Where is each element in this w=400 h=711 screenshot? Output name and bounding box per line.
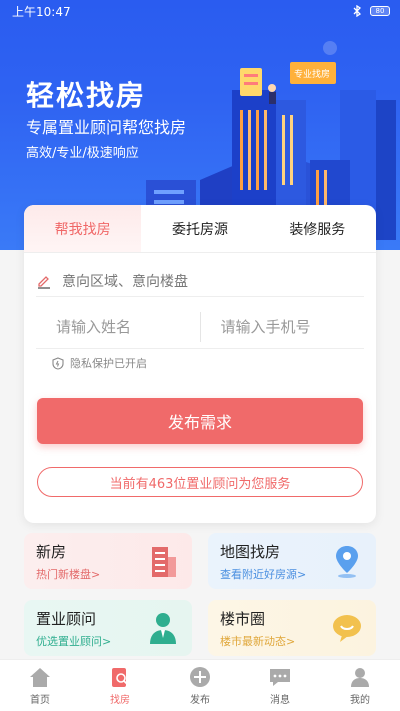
message-icon — [270, 668, 290, 686]
tile-market-circle[interactable]: 楼市圈 楼市最新动态> — [208, 600, 376, 656]
home-icon — [30, 667, 50, 687]
publish-plus-icon — [190, 666, 210, 687]
tabbar-profile[interactable]: 我的 — [320, 660, 400, 711]
tab-entrust-listing[interactable]: 委托房源 — [141, 205, 258, 252]
find-house-icon — [112, 667, 128, 687]
tabbar-messages-label: 消息 — [270, 694, 290, 706]
bottom-tab-bar: 首页 找房 发布 消息 我的 — [0, 659, 400, 711]
profile-icon — [351, 667, 369, 687]
privacy-text: 隐私保护已开启 — [70, 357, 147, 370]
phone-input[interactable]: 请输入手机号 — [201, 316, 365, 337]
hero-tagline: 高效/专业/极速响应 — [26, 146, 139, 161]
tabbar-find-house[interactable]: 找房 — [80, 660, 160, 711]
advisor-count-button[interactable]: 当前有463位置业顾问为您服务 — [37, 467, 363, 497]
bluetooth-icon — [353, 5, 362, 17]
privacy-notice: 隐私保护已开启 — [52, 355, 147, 371]
tile-advisor[interactable]: 置业顾问 优选置业顾问> — [24, 600, 192, 656]
contact-inputs: 请输入姓名 请输入手机号 — [36, 305, 364, 349]
advisor-icon — [150, 613, 176, 644]
tile-map-search[interactable]: 地图找房 查看附近好房源> — [208, 533, 376, 589]
hero-title: 轻松找房 — [26, 79, 147, 112]
tabbar-publish-label: 发布 — [190, 694, 210, 706]
tabbar-find-house-label: 找房 — [110, 694, 130, 706]
tabbar-profile-label: 我的 — [350, 694, 370, 706]
hero-sign-text: 专业找房 — [294, 68, 330, 80]
status-time: 上午10:47 — [12, 4, 71, 19]
service-tabs: 帮我找房 委托房源 装修服务 — [24, 205, 376, 253]
shield-icon — [52, 356, 64, 370]
tile-new-house[interactable]: 新房 热门新楼盘> — [24, 533, 192, 589]
area-input-placeholder: 意向区域、意向楼盘 — [62, 273, 188, 290]
edit-pencil-icon — [38, 275, 50, 289]
tabbar-messages[interactable]: 消息 — [240, 660, 320, 711]
tabbar-publish[interactable]: 发布 — [160, 660, 240, 711]
tabbar-home[interactable]: 首页 — [0, 660, 80, 711]
area-input[interactable]: 意向区域、意向楼盘 — [36, 265, 364, 297]
battery-icon: 80 — [370, 6, 390, 16]
chat-bubble-icon — [333, 615, 361, 642]
publish-request-button[interactable]: 发布需求 — [37, 398, 363, 444]
tabbar-home-label: 首页 — [30, 694, 50, 706]
find-house-card: 帮我找房 委托房源 装修服务 意向区域、意向楼盘 请输入姓名 请输入手机号 隐私… — [24, 205, 376, 523]
tab-decoration-service[interactable]: 装修服务 — [259, 205, 376, 252]
tab-find-house[interactable]: 帮我找房 — [24, 205, 142, 252]
building-icon — [152, 547, 176, 577]
name-input[interactable]: 请输入姓名 — [36, 316, 200, 337]
status-bar: 上午10:47 80 — [0, 0, 400, 22]
map-pin-icon — [336, 546, 358, 578]
